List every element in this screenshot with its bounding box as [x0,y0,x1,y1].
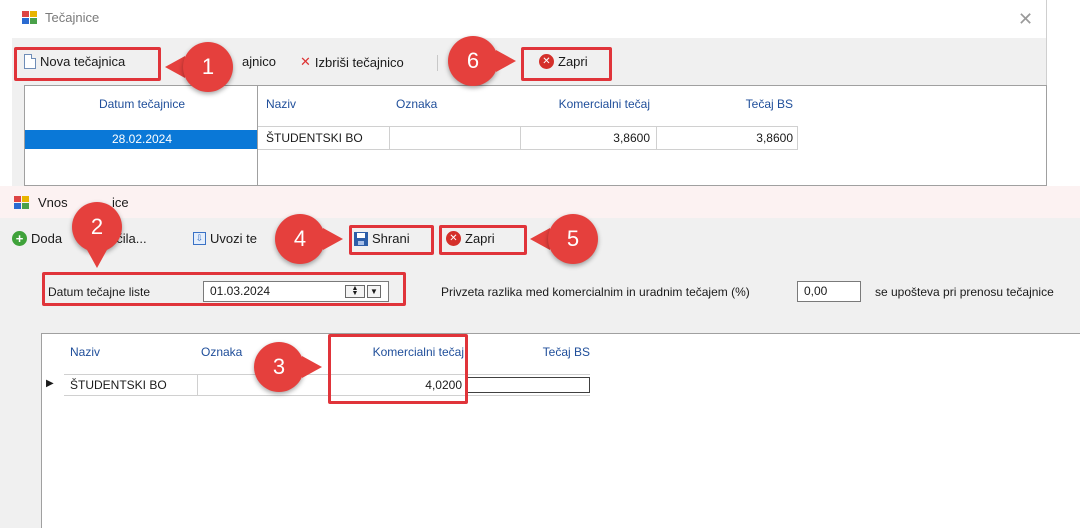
plus-icon: + [12,231,27,246]
col-oznaka: Oznaka [201,345,243,359]
edit-rate-list-label: ajnico [242,54,276,69]
diff-value: 0,00 [804,284,828,298]
highlight-commercial-rate [328,334,468,404]
toolbar-separator [437,55,438,71]
edit-rate-list-button[interactable]: ajnico [242,54,276,69]
cell-naziv: ŠTUDENTSKI BO [70,378,167,392]
col-komercialni: Komercialni tečaj [558,97,650,111]
col-tecaj-bs: Tečaj BS [745,97,793,111]
add-label-prefix: Doda [31,231,63,246]
diff-input[interactable]: 0,00 [797,281,861,302]
highlight-close-button-front [439,225,527,255]
current-row-marker: ▶ [46,378,54,389]
callout-6-number: 6 [448,36,498,86]
dates-grid: Datum tečajnice 28.02.2024 [24,85,260,186]
delete-icon: ✕ [300,54,311,69]
table-row[interactable]: ŠTUDENTSKI BO 3,8600 3,8600 [258,126,798,150]
back-window-titlebar: Tečajnice ✕ [12,0,1046,38]
callout-4-number: 4 [275,214,325,264]
entry-grid: Naziv Oznaka Komercialni tečaj Tečaj BS … [41,333,1080,528]
cell-naziv: ŠTUDENTSKI BO [266,131,363,145]
cell-komercialni: 3,8600 [613,131,650,145]
delete-rate-list-button[interactable]: ✕ Izbriši tečajnico [300,54,404,70]
cell-tecaj-bs: 3,8600 [756,131,793,145]
highlight-close-button-back [521,47,612,81]
app-icon [14,196,29,209]
front-window-titlebar: Vnos ice [0,186,1080,218]
import-icon: ⇩ [193,232,206,245]
col-oznaka: Oznaka [396,97,438,111]
callout-1-number: 1 [183,42,233,92]
dates-grid-header: Datum tečajnice [98,97,186,111]
date-row-selected[interactable]: 28.02.2024 [25,130,259,149]
front-window-title-suffix: ice [112,195,129,210]
front-window-title-prefix: Vnos [38,195,68,210]
rates-grid: Naziv Oznaka Komercialni tečaj Tečaj BS … [257,85,1047,186]
import-label: Uvozi te [210,231,257,246]
close-icon[interactable]: ✕ [1018,10,1033,28]
cell-tecaj-bs[interactable] [465,377,590,393]
callout-2-number: 2 [72,202,122,252]
callout-5-number: 5 [548,214,598,264]
diff-label: Privzeta razlika med komercialnim in ura… [441,285,750,299]
callout-3-number: 3 [254,342,304,392]
highlight-save-button [349,225,434,255]
import-button[interactable]: ⇩ Uvozi te [193,231,257,246]
highlight-date-field [42,272,406,306]
col-naziv: Naziv [266,97,297,111]
col-tecaj-bs: Tečaj BS [542,345,590,359]
back-window-tecajnice: Tečajnice ✕ Nova tečajnica ajnico ✕ Izbr… [12,0,1047,186]
back-window-title: Tečajnice [45,10,100,25]
delete-rate-list-label: Izbriši tečajnico [314,54,404,70]
app-icon [22,11,37,24]
highlight-new-button [14,47,161,81]
col-naziv: Naziv [70,345,101,359]
date-cell: 28.02.2024 [111,132,173,146]
diff-note: se upošteva pri prenosu tečajnice [875,285,1054,299]
